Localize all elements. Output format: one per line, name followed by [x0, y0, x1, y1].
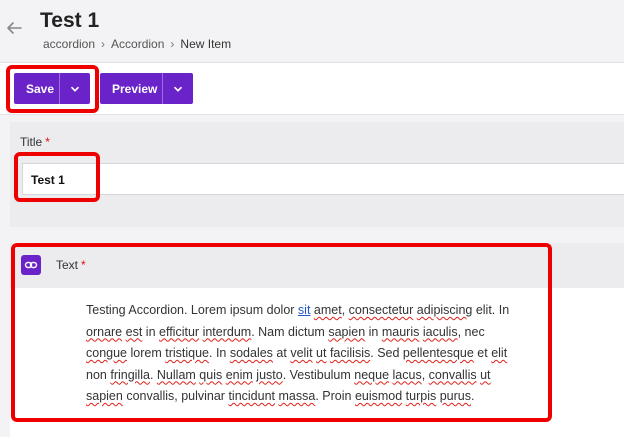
preview-options-dropdown[interactable] — [162, 73, 192, 104]
breadcrumb-item-new-item: New Item — [180, 37, 232, 51]
page-title: Test 1 — [40, 9, 100, 32]
chevron-right-icon: › — [170, 37, 175, 51]
link-icon — [21, 255, 41, 275]
save-button[interactable]: Save — [14, 73, 59, 104]
title-input[interactable]: Test 1 — [22, 163, 624, 195]
breadcrumb-item-accordion[interactable]: accordion — [43, 37, 95, 51]
chevron-right-icon: › — [101, 37, 106, 51]
chevron-down-icon — [173, 86, 182, 92]
toolbar: Save Preview — [0, 63, 624, 115]
rich-text-editor[interactable]: Testing Accordion. Lorem ipsum dolor sit… — [86, 300, 526, 408]
preview-button-group: Preview — [100, 73, 193, 104]
required-marker: * — [45, 135, 50, 149]
chevron-down-icon — [70, 86, 79, 92]
link-text[interactable]: sit — [298, 303, 311, 317]
save-button-group: Save — [14, 73, 90, 104]
title-field-label: Title * — [20, 135, 50, 149]
page-header: Test 1 accordion › Accordion › New Item — [0, 0, 624, 63]
breadcrumb: accordion › Accordion › New Item — [43, 37, 231, 51]
title-field-panel: Title * Test 1 — [10, 122, 624, 227]
text-field-panel: Text * Testing Accordion. Lorem ipsum dol… — [10, 243, 624, 437]
required-marker: * — [81, 258, 86, 272]
text-field-header: Text * — [10, 243, 624, 288]
back-arrow-icon[interactable] — [4, 18, 24, 38]
save-options-dropdown[interactable] — [59, 73, 89, 104]
preview-button[interactable]: Preview — [100, 73, 162, 104]
text-field-label: Text * — [56, 258, 86, 272]
breadcrumb-item-accordion-type[interactable]: Accordion — [111, 37, 164, 51]
